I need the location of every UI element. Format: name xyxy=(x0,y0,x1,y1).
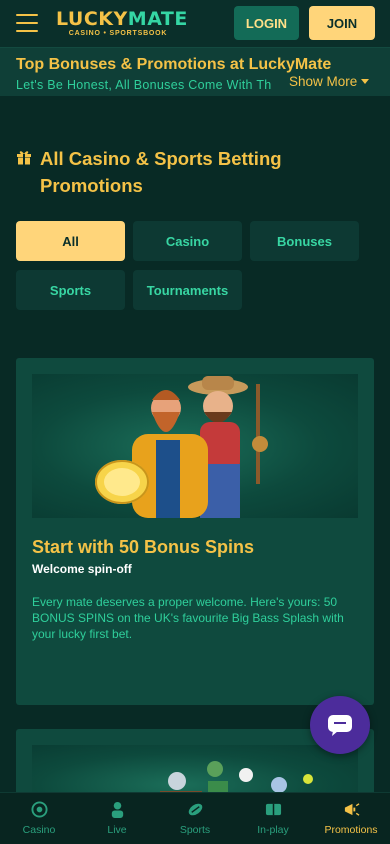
mascots-illustration xyxy=(95,376,268,518)
banner-title: Top Bonuses & Promotions at LuckyMate xyxy=(16,56,332,73)
chat-icon xyxy=(328,715,352,736)
promo-card-subtitle: Welcome spin-off xyxy=(32,562,132,576)
live-dealer-icon xyxy=(111,801,123,818)
page-title: All Casino & Sports Betting Promotions xyxy=(40,148,282,196)
casino-chip-icon xyxy=(30,801,48,818)
promo-card-description: Every mate deserves a proper welcome. He… xyxy=(32,595,344,641)
menu-icon[interactable] xyxy=(16,14,38,32)
join-button[interactable]: JOIN xyxy=(309,6,375,40)
login-button[interactable]: LOGIN xyxy=(234,6,299,40)
bottom-navigation: Casino Live Sports In-play Promotions xyxy=(0,792,390,844)
nav-live[interactable]: Live xyxy=(78,793,156,844)
filter-casino[interactable]: Casino xyxy=(133,221,242,261)
section-heading: All Casino & Sports Betting Promotions xyxy=(16,145,316,199)
megaphone-icon xyxy=(344,803,359,816)
promo-banner: Top Bonuses & Promotions at LuckyMate Le… xyxy=(0,48,390,96)
caret-down-icon xyxy=(361,79,370,84)
nav-in-play[interactable]: In-play xyxy=(234,793,312,844)
sports-ball-icon xyxy=(188,803,202,816)
top-header: LUCKYMATE CASINO • SPORTSBOOK LOGIN JOIN xyxy=(0,0,390,48)
scoreboard-icon xyxy=(265,803,281,816)
nav-sports[interactable]: Sports xyxy=(156,793,234,844)
luckymate-logo[interactable]: LUCKYMATE CASINO • SPORTSBOOK xyxy=(56,9,187,39)
promo-card-image xyxy=(32,374,358,518)
filter-tournaments[interactable]: Tournaments xyxy=(133,270,242,310)
filter-sports[interactable]: Sports xyxy=(16,270,125,310)
show-more-button[interactable]: Show More xyxy=(289,74,370,89)
banner-subtitle: Let's Be Honest, All Bonuses Come With T… xyxy=(16,78,271,92)
gift-icon xyxy=(17,151,31,165)
chat-button[interactable] xyxy=(310,696,370,754)
promo-card[interactable]: Start with 50 Bonus Spins Welcome spin-o… xyxy=(16,358,374,705)
nav-casino[interactable]: Casino xyxy=(0,793,78,844)
filter-bonuses[interactable]: Bonuses xyxy=(250,221,359,261)
nav-promotions[interactable]: Promotions xyxy=(312,793,390,844)
filter-all[interactable]: All xyxy=(16,221,125,261)
promo-card-title: Start with 50 Bonus Spins xyxy=(32,537,255,557)
